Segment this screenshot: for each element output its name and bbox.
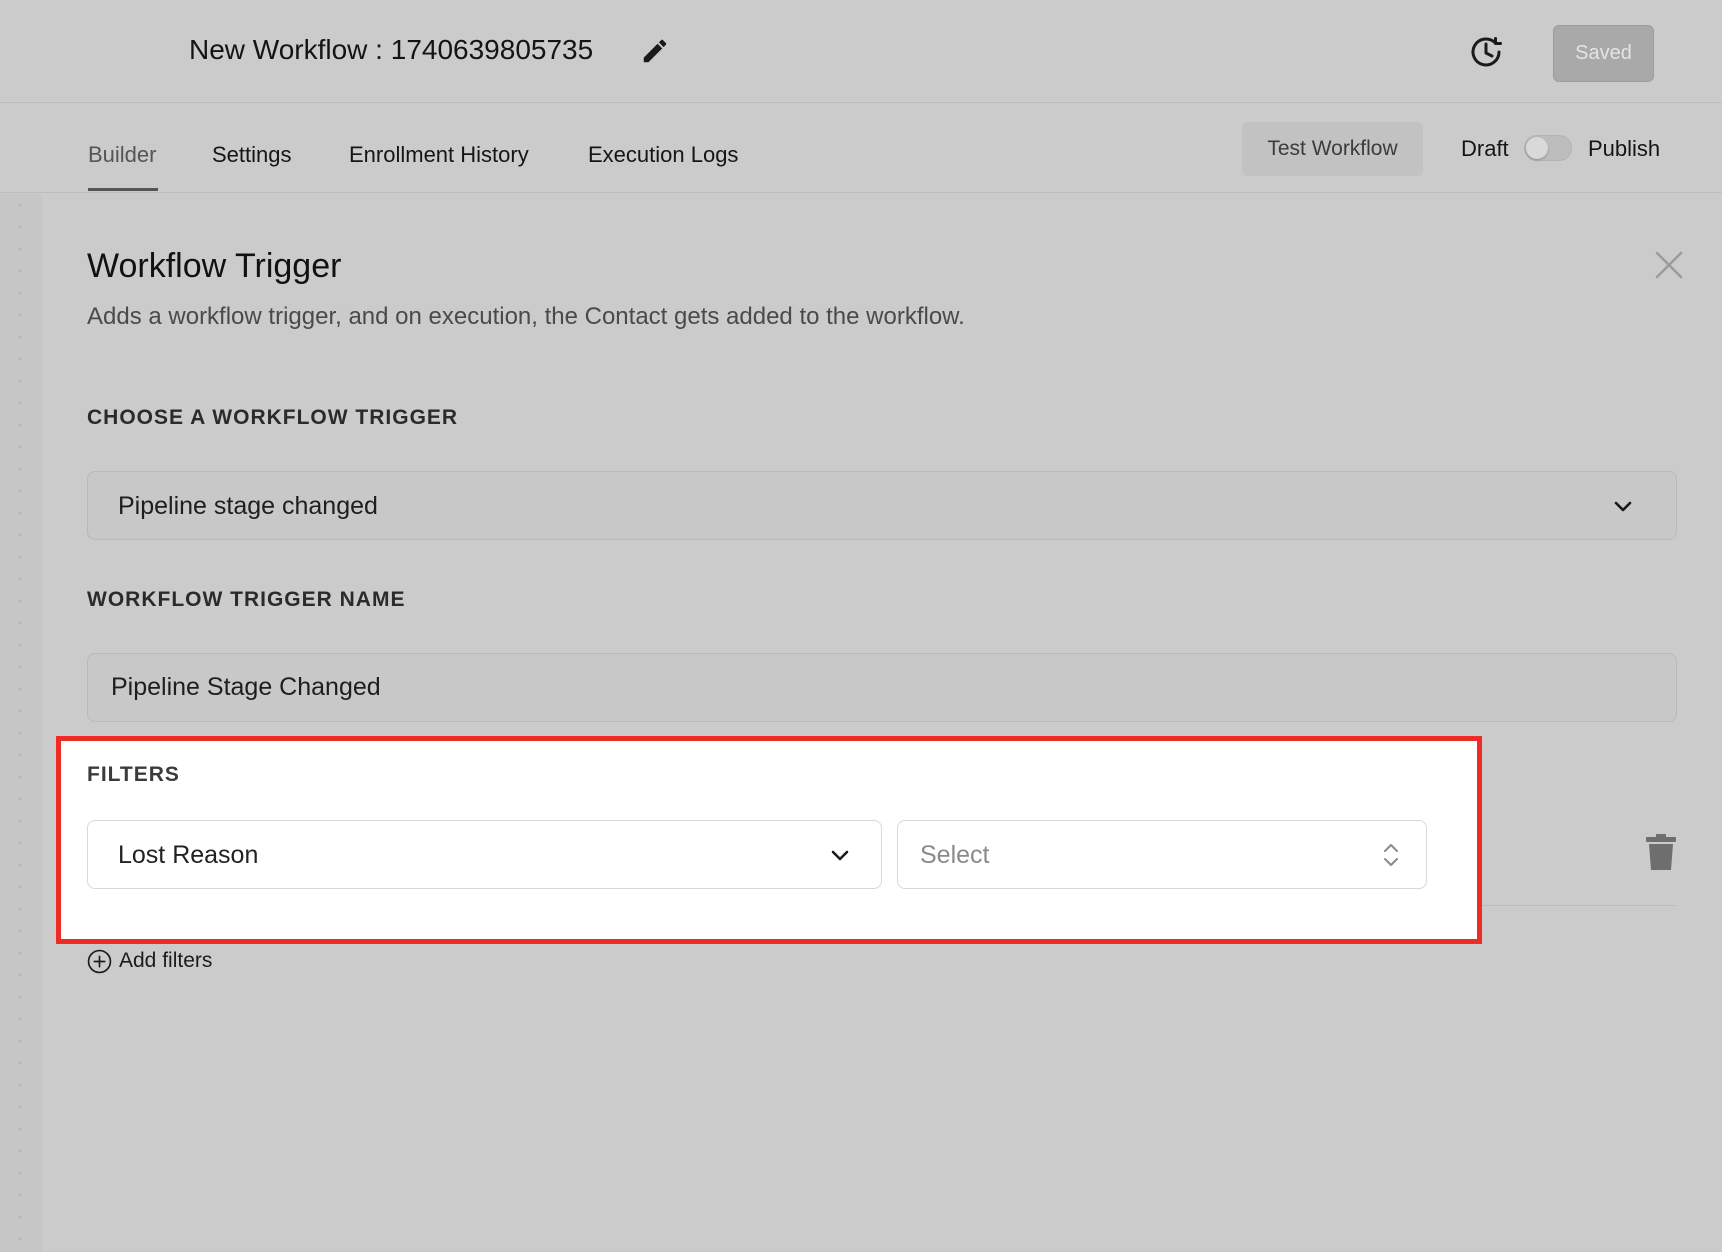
draft-label: Draft bbox=[1461, 136, 1509, 161]
history-icon[interactable] bbox=[1466, 32, 1506, 72]
tab-settings[interactable]: Settings bbox=[212, 139, 292, 171]
pencil-icon[interactable] bbox=[640, 36, 670, 66]
test-workflow-button[interactable]: Test Workflow bbox=[1242, 122, 1423, 176]
chevron-down-icon bbox=[831, 850, 849, 861]
trigger-select[interactable]: Pipeline stage changed bbox=[87, 471, 1677, 540]
publish-label: Publish bbox=[1588, 136, 1661, 161]
choose-trigger-label: CHOOSE A WORKFLOW TRIGGER bbox=[87, 406, 459, 429]
tab-bar: Builder Settings Enrollment History Exec… bbox=[0, 103, 1722, 193]
saved-button[interactable]: Saved bbox=[1553, 25, 1654, 82]
trigger-name-input[interactable] bbox=[87, 653, 1677, 722]
filters-label: FILTERS bbox=[87, 763, 180, 786]
trigger-name-label: WORKFLOW TRIGGER NAME bbox=[87, 588, 406, 611]
add-filters-label: Add filters bbox=[119, 949, 213, 972]
filter-value-select[interactable]: Select bbox=[897, 820, 1427, 889]
add-filters-button[interactable]: Add filters bbox=[87, 945, 212, 977]
updown-icon bbox=[1384, 844, 1398, 866]
filter-field-value: Lost Reason bbox=[118, 841, 259, 869]
tab-enrollment-history[interactable]: Enrollment History bbox=[349, 139, 529, 171]
filter-value-placeholder: Select bbox=[920, 841, 990, 869]
top-bar: New Workflow : 1740639805735 Saved bbox=[0, 0, 1722, 103]
chevron-down-icon bbox=[1614, 501, 1632, 512]
active-tab-indicator bbox=[88, 188, 158, 191]
tab-builder[interactable]: Builder bbox=[88, 139, 156, 171]
trash-icon[interactable] bbox=[1645, 834, 1677, 870]
trigger-select-value: Pipeline stage changed bbox=[118, 492, 378, 520]
close-icon[interactable] bbox=[1654, 250, 1684, 280]
canvas-dotted-strip bbox=[0, 194, 42, 1252]
filter-field-select[interactable]: Lost Reason bbox=[87, 820, 882, 889]
workflow-title: New Workflow : 1740639805735 bbox=[189, 34, 594, 65]
panel-description: Adds a workflow trigger, and on executio… bbox=[87, 303, 965, 330]
toggle-knob bbox=[1526, 137, 1548, 159]
panel-title: Workflow Trigger bbox=[87, 247, 342, 285]
publish-toggle[interactable] bbox=[1524, 135, 1572, 161]
plus-circle-icon bbox=[87, 949, 112, 973]
tab-execution-logs[interactable]: Execution Logs bbox=[588, 139, 738, 171]
filter-row-divider bbox=[1482, 905, 1677, 906]
